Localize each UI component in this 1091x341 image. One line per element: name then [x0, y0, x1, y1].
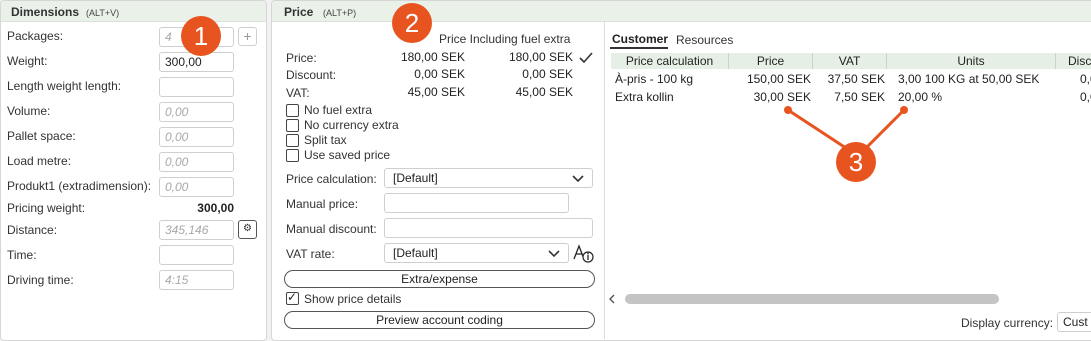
- annotation-badge-1: 1: [181, 16, 221, 56]
- annotation-badge-3: 3: [836, 142, 876, 182]
- annotation-badge-2: 2: [392, 3, 432, 43]
- annotation-arrows: [784, 106, 908, 154]
